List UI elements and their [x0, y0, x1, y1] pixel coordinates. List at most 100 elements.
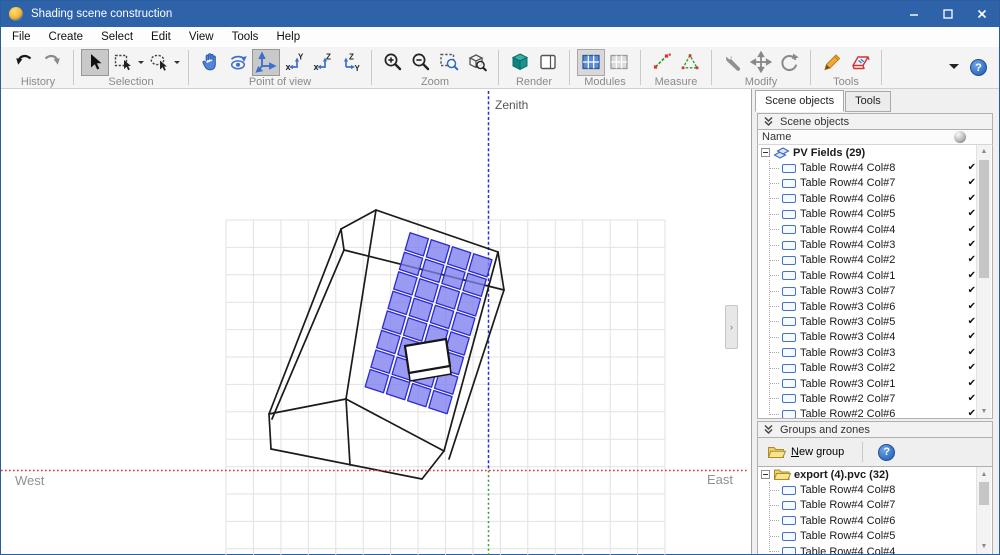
scene-canvas[interactable]: Zenith West East	[1, 89, 751, 555]
scrollbar-thumb[interactable]	[979, 482, 989, 505]
checkmark-icon[interactable]: ✔	[968, 316, 976, 327]
checkmark-icon[interactable]: ✔	[968, 209, 976, 219]
tree-item[interactable]: Table Row#4 Col#8 ✔	[758, 160, 992, 175]
scroll-down-icon[interactable]: ▼	[977, 408, 991, 415]
checkmark-icon[interactable]: ✔	[968, 163, 976, 173]
tree-item[interactable]: Table Row#4 Col#5	[758, 529, 992, 544]
menu-item[interactable]: Edit	[142, 29, 180, 45]
collapse-expander-icon[interactable]	[761, 470, 770, 480]
pan-button[interactable]	[196, 49, 224, 76]
checkmark-icon[interactable]: ✔	[968, 224, 976, 235]
modules-grid-button[interactable]	[605, 49, 633, 76]
construction-tools-button[interactable]	[846, 49, 874, 76]
name-column-header[interactable]: Name	[757, 130, 993, 145]
axes-view-button[interactable]	[252, 48, 280, 76]
view-zy-button[interactable]: ZY	[336, 49, 364, 76]
tree-item[interactable]: Table Row#3 Col#6 ✔	[758, 299, 992, 314]
tree-item[interactable]: Table Row#3 Col#1 ✔	[758, 376, 992, 391]
orbit-button[interactable]	[224, 49, 252, 76]
view-xy-button[interactable]: xY	[280, 49, 308, 76]
tree-item[interactable]: Table Row#3 Col#5 ✔	[758, 314, 992, 329]
collapse-expander-icon[interactable]	[761, 148, 770, 158]
select-arrow-button[interactable]	[81, 48, 109, 76]
checkmark-icon[interactable]: ✔	[968, 178, 976, 188]
menu-item[interactable]: Select	[92, 29, 142, 45]
groups-help-button[interactable]: ?	[878, 443, 896, 461]
modules-view-button[interactable]	[577, 48, 605, 76]
rotate-tool-button[interactable]	[775, 49, 803, 76]
render-wireframe-button[interactable]	[534, 49, 562, 76]
toolbar-overflow-caret[interactable]	[949, 64, 959, 74]
scroll-down-icon[interactable]: ▼	[977, 543, 991, 550]
checkmark-icon[interactable]: ✔	[968, 378, 976, 389]
scene-objects-header[interactable]: Scene objects	[757, 113, 993, 130]
select-lasso-button[interactable]	[145, 49, 173, 76]
checkmark-icon[interactable]: ✔	[968, 347, 976, 358]
checkmark-icon[interactable]: ✔	[968, 332, 976, 342]
groups-zones-header[interactable]: Groups and zones	[757, 421, 993, 438]
export-root-row[interactable]: export (4).pvc (32)	[758, 467, 992, 482]
scene-objects-scrollbar[interactable]: ▲ ▼	[976, 145, 991, 418]
tree-item[interactable]: Table Row#4 Col#7 ✔	[758, 176, 992, 191]
checkmark-icon[interactable]: ✔	[968, 193, 976, 204]
minimize-button[interactable]	[897, 1, 931, 27]
maximize-button[interactable]	[931, 1, 965, 27]
select-rectangle-dropdown[interactable]	[138, 60, 144, 67]
tree-item[interactable]: Table Row#3 Col#4 ✔	[758, 330, 992, 345]
redo-button[interactable]	[38, 49, 66, 76]
checkmark-icon[interactable]: ✔	[968, 255, 976, 265]
tree-item[interactable]: Table Row#3 Col#7 ✔	[758, 284, 992, 299]
tree-item[interactable]: Table Row#4 Col#6	[758, 513, 992, 528]
move-tool-button[interactable]	[747, 49, 775, 76]
menu-item[interactable]: Create	[40, 29, 93, 45]
tree-item[interactable]: Table Row#2 Col#6 ✔	[758, 407, 992, 418]
checkmark-icon[interactable]: ✔	[968, 363, 976, 373]
checkmark-icon[interactable]: ✔	[968, 270, 976, 281]
checkmark-icon[interactable]: ✔	[968, 286, 976, 296]
measure-area-button[interactable]	[676, 49, 704, 76]
scroll-up-icon[interactable]: ▲	[977, 471, 991, 478]
zoom-extents-button[interactable]	[463, 49, 491, 76]
pv-fields-root-row[interactable]: PV Fields (29)	[758, 145, 992, 160]
tree-item[interactable]: Table Row#4 Col#7	[758, 498, 992, 513]
checkmark-icon[interactable]: ✔	[968, 240, 976, 250]
panel-collapse-handle[interactable]: ›	[725, 305, 738, 349]
tree-item[interactable]: Table Row#4 Col#3 ✔	[758, 237, 992, 252]
tab-scene-objects[interactable]: Scene objects	[755, 90, 845, 112]
edit-tool-button[interactable]	[818, 49, 846, 76]
new-group-button[interactable]: New group	[764, 439, 847, 466]
title-bar[interactable]: Shading scene construction	[1, 1, 999, 27]
zoom-out-button[interactable]	[407, 49, 435, 76]
tree-item[interactable]: Table Row#4 Col#6 ✔	[758, 191, 992, 206]
close-button[interactable]	[965, 1, 999, 27]
tree-item[interactable]: Table Row#4 Col#4 ✔	[758, 222, 992, 237]
zoom-in-button[interactable]	[379, 49, 407, 76]
tree-item[interactable]: Table Row#4 Col#5 ✔	[758, 207, 992, 222]
tree-item[interactable]: Table Row#3 Col#3 ✔	[758, 345, 992, 360]
tree-item[interactable]: Table Row#4 Col#2 ✔	[758, 253, 992, 268]
wrench-tool-button[interactable]	[719, 49, 747, 76]
menu-item[interactable]: Tools	[223, 29, 268, 45]
tree-item[interactable]: Table Row#4 Col#4	[758, 544, 992, 554]
scroll-up-icon[interactable]: ▲	[977, 148, 991, 155]
menu-item[interactable]: Help	[267, 29, 309, 45]
tree-item[interactable]: Table Row#4 Col#1 ✔	[758, 268, 992, 283]
scrollbar-thumb[interactable]	[979, 160, 989, 278]
tab-tools[interactable]: Tools	[845, 91, 891, 112]
measure-distance-button[interactable]	[648, 49, 676, 76]
zoom-window-button[interactable]	[435, 49, 463, 76]
select-rectangle-button[interactable]	[109, 49, 137, 76]
checkmark-icon[interactable]: ✔	[968, 409, 976, 418]
tree-item[interactable]: Table Row#4 Col#8	[758, 482, 992, 497]
tree-item[interactable]: Table Row#3 Col#2 ✔	[758, 360, 992, 375]
checkmark-icon[interactable]: ✔	[968, 393, 976, 404]
menu-item[interactable]: File	[3, 29, 40, 45]
view-xz-button[interactable]: xZ	[308, 49, 336, 76]
render-3d-button[interactable]	[506, 49, 534, 76]
checkmark-icon[interactable]: ✔	[968, 301, 976, 312]
tree-item[interactable]: Table Row#2 Col#7 ✔	[758, 391, 992, 406]
select-lasso-dropdown[interactable]	[174, 60, 180, 67]
undo-button[interactable]	[10, 49, 38, 76]
groups-scrollbar[interactable]: ▲ ▼	[976, 467, 991, 554]
menu-item[interactable]: View	[180, 29, 223, 45]
